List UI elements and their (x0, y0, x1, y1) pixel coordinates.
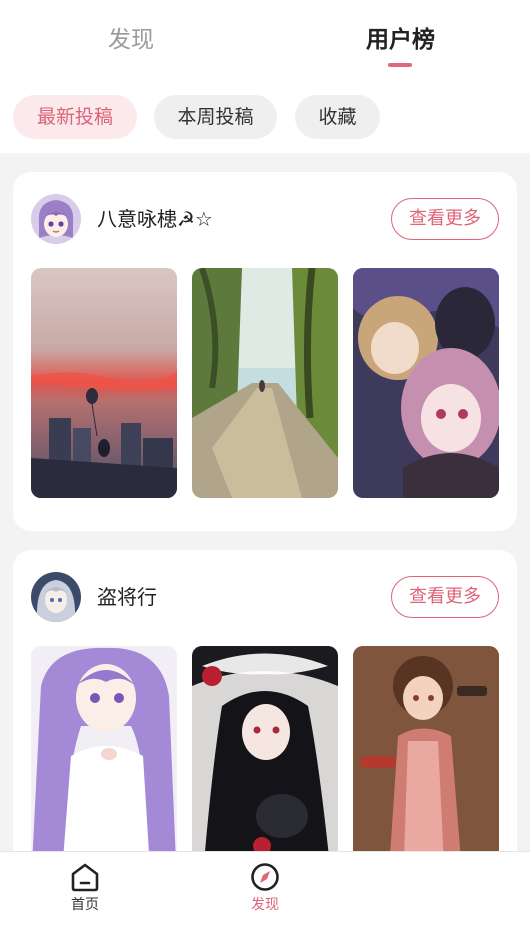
nav-home[interactable]: 首页 (45, 862, 125, 915)
compass-icon (251, 863, 279, 891)
bottom-navigation: 首页 发现 (0, 851, 530, 925)
nav-discover[interactable]: 发现 (225, 862, 305, 915)
user-card: 八意咏槵☭☆ 查看更多 (13, 172, 517, 531)
tab-discover[interactable]: 发现 (108, 24, 154, 56)
artwork-thumbnail[interactable] (192, 268, 338, 498)
nav-discover-label: 发现 (251, 897, 279, 913)
filter-latest-chip[interactable]: 最新投稿 (13, 95, 137, 139)
filter-weekly-chip[interactable]: 本周投稿 (154, 95, 277, 139)
user-name[interactable]: 盗将行 (97, 582, 157, 612)
view-more-button[interactable]: 查看更多 (391, 576, 499, 618)
artwork-thumbnail[interactable] (353, 646, 499, 886)
filter-favorites-chip[interactable]: 收藏 (295, 95, 380, 139)
artwork-thumbnail[interactable] (353, 268, 499, 498)
user-name[interactable]: 八意咏槵☭☆ (97, 204, 213, 234)
artwork-thumbnail[interactable] (31, 646, 177, 886)
home-icon (71, 863, 99, 892)
tab-user-ranking[interactable]: 用户榜 (366, 24, 435, 56)
top-header: 发现 用户榜 最新投稿 本周投稿 收藏 (0, 0, 530, 153)
avatar[interactable] (31, 194, 81, 244)
active-tab-indicator (388, 63, 412, 67)
artwork-thumbnail[interactable] (31, 268, 177, 498)
avatar[interactable] (31, 572, 81, 622)
user-card: 盗将行 查看更多 (13, 550, 517, 886)
nav-home-label: 首页 (71, 897, 99, 913)
view-more-button[interactable]: 查看更多 (391, 198, 499, 240)
artwork-thumbnail[interactable] (192, 646, 338, 886)
